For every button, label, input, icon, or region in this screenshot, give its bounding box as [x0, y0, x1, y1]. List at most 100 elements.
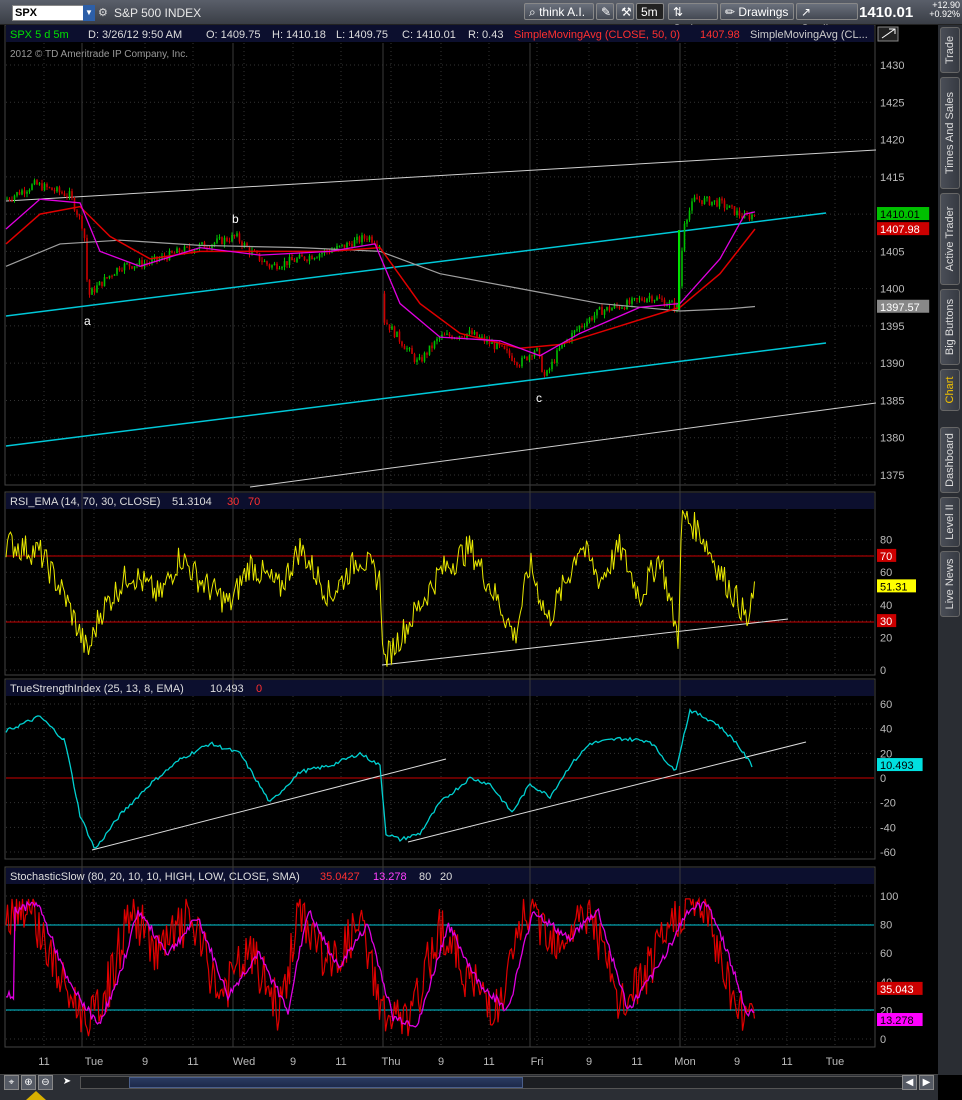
candle-body — [433, 341, 436, 349]
candle-body — [338, 245, 341, 247]
tab-live-news[interactable]: Live News — [940, 551, 960, 617]
candle-body — [718, 198, 721, 207]
tsi-tick: 0 — [880, 773, 886, 785]
wrench-icon[interactable]: ⚒ — [616, 3, 634, 20]
rsi-tick: 40 — [880, 600, 892, 612]
candle-body — [56, 187, 58, 192]
candle-body — [503, 346, 506, 349]
candle-body — [551, 361, 553, 370]
scroll-thumb[interactable] — [129, 1077, 523, 1088]
chart-toolbar: ▼ ⚙ S&P 500 INDEX ⌕ think A.I. ✎ ⚒ 5m ⇅ … — [0, 0, 962, 36]
candle-body — [606, 306, 608, 311]
candle-body — [726, 207, 728, 209]
candle-body — [281, 266, 283, 269]
candle-body — [608, 306, 611, 311]
candle-body — [426, 352, 428, 355]
candle-body — [26, 191, 28, 194]
zoom-out-icon[interactable]: ⊖ — [38, 1075, 53, 1090]
candle-body — [176, 248, 178, 254]
candle-body — [116, 267, 118, 275]
candle-body — [708, 196, 711, 206]
candle-body — [221, 237, 223, 245]
tab-level-ii[interactable]: Level II — [940, 497, 960, 547]
candle-body — [266, 261, 268, 265]
candle-body — [391, 326, 393, 330]
candle-body — [646, 298, 648, 302]
tab-active-trader[interactable]: Active Trader — [940, 193, 960, 285]
time-tick: Mon — [674, 1056, 695, 1068]
stoch-tick: 100 — [880, 891, 898, 903]
stoch-tick: 80 — [880, 920, 892, 932]
candle-body — [731, 205, 733, 207]
tab-active-trader-label: Active Trader — [944, 206, 956, 272]
stoch-d-value: 13.278 — [373, 871, 407, 883]
time-tick: 11 — [483, 1056, 494, 1068]
candle-body — [733, 206, 736, 216]
candle-body — [513, 360, 516, 363]
candle-body — [628, 300, 631, 304]
style-button[interactable]: ⇅ Style — [668, 3, 718, 36]
candle-body — [61, 192, 63, 194]
candle-body — [306, 259, 308, 261]
price-tick: 1395 — [880, 321, 904, 333]
notes-icon[interactable]: ✎ — [596, 3, 614, 20]
candle-body — [228, 241, 231, 243]
candle-body — [713, 200, 716, 202]
candle-body — [423, 352, 426, 362]
tab-big-buttons[interactable]: Big Buttons — [940, 289, 960, 365]
candle-body — [413, 353, 416, 362]
studies-button[interactable]: ↗ Studies — [796, 3, 858, 36]
candle-body — [411, 348, 413, 354]
stoch-level-hi: 80 — [419, 871, 431, 883]
tsi-tick: -20 — [880, 798, 896, 810]
symbol-description: S&P 500 INDEX — [114, 6, 202, 20]
timeframe-button[interactable]: 5m — [636, 3, 664, 20]
sma-value: 1407.98 — [700, 29, 740, 41]
time-scrollbar[interactable] — [80, 1076, 916, 1089]
candle-body — [546, 370, 548, 376]
tsi-title: TrueStrengthIndex (25, 13, 8, EMA) — [10, 683, 184, 695]
price-tick: 1400 — [880, 284, 904, 296]
scroll-left-icon[interactable]: ◀ — [902, 1075, 917, 1090]
cursor-icon[interactable]: ⌖ — [4, 1075, 19, 1090]
last-price-badge-text: 1410.01 — [880, 209, 920, 221]
drawings-label: Drawings — [738, 5, 789, 19]
candle-body — [753, 214, 756, 216]
time-tick: 9 — [734, 1056, 740, 1068]
candle-body — [91, 288, 93, 295]
symbol-input[interactable] — [12, 5, 86, 21]
rsi-tick: 0 — [880, 665, 886, 677]
candle-body — [346, 242, 348, 248]
time-tick: 11 — [631, 1056, 642, 1068]
candle-body — [408, 348, 411, 350]
tab-trade[interactable]: Trade — [940, 27, 960, 73]
candle-body — [468, 330, 471, 334]
scroll-right-icon[interactable]: ▶ — [919, 1075, 934, 1090]
pointer-icon[interactable]: ➤ — [58, 1075, 76, 1090]
header-high: H: 1410.18 — [272, 29, 326, 41]
candle-body — [651, 296, 653, 302]
candle-body — [288, 257, 291, 266]
tab-times-and-sales[interactable]: Times And Sales — [940, 77, 960, 189]
zoom-in-icon[interactable]: ⊕ — [21, 1075, 36, 1090]
candle-body — [341, 244, 343, 246]
candle-body — [623, 307, 626, 310]
candle-body — [138, 260, 141, 265]
candle-body — [511, 355, 513, 361]
drawings-button[interactable]: ✏ Drawings — [720, 3, 794, 20]
gear-icon[interactable]: ⚙ — [98, 6, 110, 19]
candle-body — [18, 192, 21, 195]
candle-body — [541, 355, 543, 373]
think-ai-button[interactable]: ⌕ think A.I. — [524, 3, 594, 20]
price-tick: 1405 — [880, 246, 904, 258]
chart-area[interactable]: SPX 5 d 5m D: 3/26/12 9:50 AM O: 1409.75… — [0, 25, 938, 1074]
candle-body — [631, 298, 633, 304]
candle-body — [428, 345, 431, 355]
candle-body — [8, 198, 11, 200]
candle-body — [21, 190, 23, 195]
candle-body — [626, 300, 628, 310]
tab-dashboard[interactable]: Dashboard — [940, 427, 960, 493]
tab-chart[interactable]: Chart — [940, 369, 960, 411]
symbol-dropdown-icon[interactable]: ▼ — [83, 5, 95, 21]
bottom-bar: ⌖ ⊕ ⊖ ➤ ◀ ▶ — [0, 1074, 938, 1100]
